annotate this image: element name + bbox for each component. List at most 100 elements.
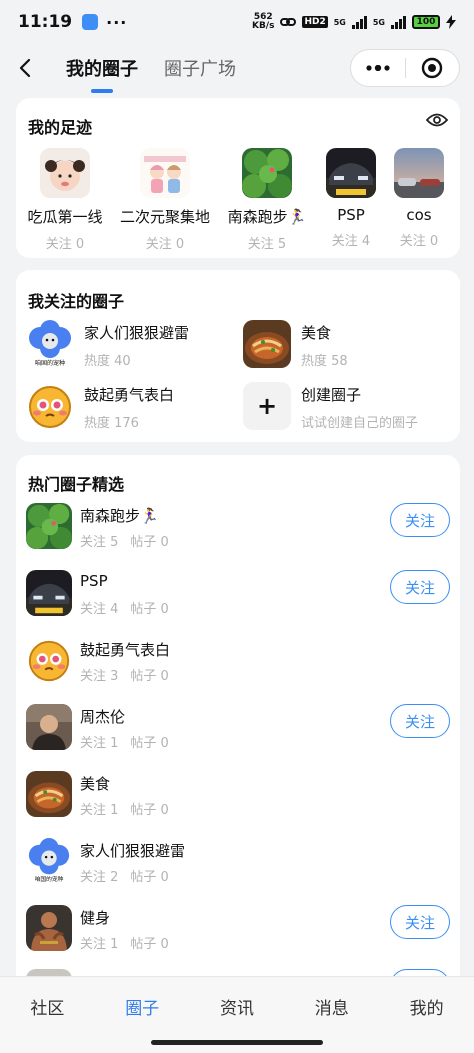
follow-button[interactable]: 关注 <box>390 704 450 738</box>
post-count: 帖子 0 <box>130 870 169 885</box>
footprint-name: 南森跑步🏃‍♀️ <box>227 208 307 226</box>
follow-button[interactable]: 关注 <box>390 503 450 537</box>
eye-icon <box>425 113 449 127</box>
plus-icon: + <box>243 382 291 430</box>
follow-button[interactable]: 关注 <box>390 905 450 939</box>
create-circle-hint: 试试创建自己的圈子 <box>301 416 419 431</box>
tab-my-circles[interactable]: 我的圈子 <box>66 55 138 93</box>
follow-count: 关注 4 <box>80 602 119 617</box>
home-indicator[interactable] <box>151 1040 323 1045</box>
hot-circle-row[interactable]: 健身 关注 1 帖子 0 关注 <box>26 905 450 953</box>
hot-circles-card: 热门圈子精选 南森跑步🏃‍♀️ 关注 5帖子 0 关注 PSP 关注 4帖子 <box>16 455 460 995</box>
circle-stats: 关注 2 帖子 0 <box>80 866 169 885</box>
circle-name: 美食 <box>301 324 332 342</box>
circle-avatar <box>26 704 72 750</box>
footprint-avatar <box>140 148 190 198</box>
tab-active-indicator <box>91 89 113 93</box>
tab-circle-square[interactable]: 圈子广场 <box>164 55 236 81</box>
circle-heat: 热度 58 <box>301 354 348 369</box>
followed-circle-item[interactable]: 鼓起勇气表白 热度 176 <box>26 382 226 432</box>
circle-name: 南森跑步🏃‍♀️ <box>80 507 159 525</box>
followed-circle-item[interactable]: 咱国的宠种 家人们狠狠避雷 热度 40 <box>26 320 226 370</box>
circle-stats: 关注 3 帖子 0 <box>80 665 169 684</box>
post-count: 帖子 0 <box>130 736 169 751</box>
circle-name: PSP <box>80 572 108 590</box>
signal-label-1: 5G <box>333 17 346 27</box>
hot-circle-row[interactable]: PSP 关注 4 帖子 0 关注 <box>26 570 450 618</box>
footprint-name: 二次元聚集地 <box>120 208 211 226</box>
footprint-avatar <box>40 148 90 198</box>
footprint-avatar <box>326 148 376 198</box>
circle-avatar <box>26 905 72 951</box>
tab-circles[interactable]: 圈子 <box>95 977 190 1036</box>
create-circle-item[interactable]: + 创建圈子 试试创建自己的圈子 <box>243 382 443 432</box>
circle-avatar: 咱国的宠种 <box>26 320 74 368</box>
target-icon <box>422 57 443 79</box>
circle-stats: 关注 1 帖子 0 <box>80 933 169 952</box>
footprint-meta: 关注 0 <box>145 237 185 252</box>
hot-circle-row[interactable]: 鼓起勇气表白 关注 3 帖子 0 <box>26 637 450 685</box>
circle-name: 鼓起勇气表白 <box>84 386 175 404</box>
svg-text:咱国的宠种: 咱国的宠种 <box>35 875 64 883</box>
link-icon <box>280 18 297 26</box>
tab-news[interactable]: 资讯 <box>190 977 285 1036</box>
footprint-name: 吃瓜第一线 <box>27 208 103 226</box>
footprint-item[interactable]: cos 关注 0 <box>374 148 464 249</box>
footprint-item[interactable]: 吃瓜第一线 关注 0 <box>20 148 110 252</box>
hot-circle-row[interactable]: 南森跑步🏃‍♀️ 关注 5 帖子 0 关注 <box>26 503 450 551</box>
footprint-avatar <box>242 148 292 198</box>
footprint-avatar <box>394 148 444 198</box>
app-notification-icon <box>82 14 99 30</box>
toggle-visibility-button[interactable] <box>425 112 449 132</box>
tab-circle-square-label: 圈子广场 <box>164 59 236 80</box>
circle-heat: 热度 176 <box>84 416 139 431</box>
circle-name: 美食 <box>80 775 111 793</box>
circle-avatar: 咱国的宠种 <box>26 838 72 884</box>
tab-messages[interactable]: 消息 <box>284 977 379 1036</box>
nav-bar: 我的圈子 圈子广场 <box>0 44 474 93</box>
status-indicators: 562 KB/s HD2 5G 5G 100 <box>252 13 456 31</box>
circle-name: 鼓起勇气表白 <box>80 641 171 659</box>
hot-circle-row[interactable]: 美食 关注 1 帖子 0 <box>26 771 450 819</box>
tab-my-circles-label: 我的圈子 <box>66 59 138 80</box>
circle-name: 家人们狠狠避雷 <box>84 324 190 342</box>
bottom-tab-bar: 社区 圈子 资讯 消息 我的 <box>0 976 474 1036</box>
network-speed: 562 KB/s <box>252 13 274 31</box>
post-count: 帖子 0 <box>130 602 169 617</box>
follow-button[interactable]: 关注 <box>390 570 450 604</box>
hot-circle-row[interactable]: 周杰伦 关注 1 帖子 0 关注 <box>26 704 450 752</box>
signal-label-2: 5G <box>372 17 385 27</box>
footprint-item[interactable]: 二次元聚集地 关注 0 <box>120 148 210 252</box>
status-bar: 11:19 ··· 562 KB/s HD2 5G 5G 100 <box>0 0 474 44</box>
follow-count: 关注 1 <box>80 803 119 818</box>
more-button[interactable] <box>351 50 405 86</box>
footprint-meta: 关注 0 <box>399 234 439 249</box>
circle-avatar <box>26 382 74 430</box>
circle-avatar <box>26 771 72 817</box>
more-notifications-icon: ··· <box>106 12 128 32</box>
tab-community[interactable]: 社区 <box>0 977 95 1036</box>
miniprogram-capsule <box>350 49 460 87</box>
footprint-item[interactable]: 南森跑步🏃‍♀️ 关注 5 <box>222 148 312 252</box>
chevron-left-icon <box>19 58 31 78</box>
circle-name: 家人们狠狠避雷 <box>80 842 186 860</box>
hot-circle-row[interactable]: 咱国的宠种 家人们狠狠避雷 关注 2 帖子 0 <box>26 838 450 886</box>
post-count: 帖子 0 <box>130 803 169 818</box>
tab-me[interactable]: 我的 <box>379 977 474 1036</box>
follow-count: 关注 1 <box>80 736 119 751</box>
circle-avatar <box>26 503 72 549</box>
hot-title: 热门圈子精选 <box>28 475 125 494</box>
charging-icon <box>446 15 456 29</box>
back-button[interactable] <box>14 53 36 83</box>
circle-stats: 关注 1 帖子 0 <box>80 799 169 818</box>
create-circle-label: 创建圈子 <box>301 386 362 404</box>
close-miniprogram-button[interactable] <box>406 50 460 86</box>
followed-circle-item[interactable]: 美食 热度 58 <box>243 320 443 370</box>
status-time: 11:19 <box>18 12 73 32</box>
more-icon <box>366 65 390 71</box>
circle-name: 周杰伦 <box>80 708 126 726</box>
post-count: 帖子 0 <box>130 669 169 684</box>
circle-heat: 热度 40 <box>84 354 131 369</box>
follow-count: 关注 5 <box>80 535 119 550</box>
signal-icon-2 <box>391 15 406 29</box>
